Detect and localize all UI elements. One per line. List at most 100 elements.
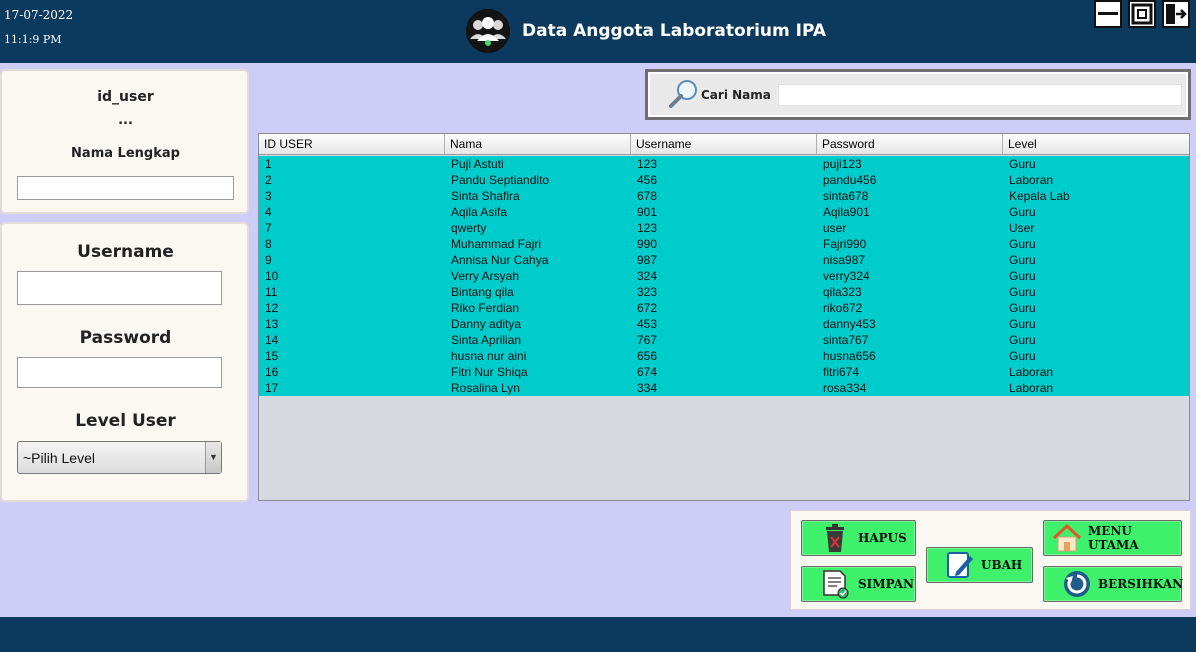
table-row[interactable]: 12 Riko Ferdian 672 riko672 Guru [259,300,1189,316]
user-id-panel: id_user ... Nama Lengkap [0,69,249,214]
table-cell: Pandu Septiandito [451,173,550,187]
id-user-label: id_user [97,89,154,105]
delete-button-label: HAPUS [858,531,907,545]
table-cell: Sinta Shafira [451,189,520,203]
date-label: 17-07-2022 [4,8,74,22]
refresh-icon [1062,569,1092,599]
magnifier-icon [668,78,700,110]
table-cell: Aqila Asifa [451,205,508,219]
table-cell: 656 [637,349,658,363]
table-cell: 9 [265,253,272,267]
table-cell: Rosalina Lyn [451,381,520,395]
minimize-icon[interactable] [1094,0,1122,28]
table-cell: 334 [637,381,658,395]
users-group-icon [466,9,510,53]
table-cell: 7 [265,221,272,235]
table-row[interactable]: 10 Verry Arsyah 324 verry324 Guru [259,268,1189,284]
column-header-password[interactable]: Password [817,134,1003,154]
table-cell: verry324 [823,269,870,283]
search-input[interactable] [778,84,1182,106]
member-table[interactable]: ID USER Nama Username Password Level 1 Pu… [258,133,1190,501]
main-menu-button-label: MENU UTAMA [1088,524,1139,552]
username-field[interactable] [17,271,222,305]
clear-button[interactable]: BERSIHKAN [1043,566,1184,602]
table-cell: sinta767 [823,333,869,347]
table-cell: 15 [265,349,279,363]
level-user-label: Level User [75,411,176,431]
home-icon [1052,523,1082,553]
table-row[interactable]: 13 Danny aditya 453 danny453 Guru [259,316,1189,332]
footer-bar [0,617,1196,652]
edit-button[interactable]: UBAH [926,547,1033,583]
maximize-icon[interactable] [1128,0,1156,28]
save-document-icon [820,569,850,599]
app-title-group: Data Anggota Laboratorium IPA [466,9,826,53]
table-row[interactable]: 1 Puji Astuti 123 puji123 Guru [259,156,1189,172]
chevron-down-icon[interactable]: ▼ [205,442,221,473]
level-select-value: ~Pilih Level [23,450,95,466]
table-cell: Guru [1009,317,1036,331]
table-cell: Danny aditya [451,317,522,331]
table-cell: Sinta Aprilian [451,333,522,347]
table-cell: 990 [637,237,658,251]
table-cell: husna nur aini [451,349,527,363]
password-field[interactable] [17,357,222,388]
column-header-level[interactable]: Level [1003,134,1189,154]
table-cell: Fitri Nur Shiqa [451,365,528,379]
table-cell: Guru [1009,157,1036,171]
table-row[interactable]: 7 qwerty 123 user User [259,220,1189,236]
table-cell: 987 [637,253,658,267]
action-panel: HAPUS SIMPAN UBAH MENU UTAMA BERSIHKAN [790,510,1191,610]
column-header-nama[interactable]: Nama [445,134,631,154]
table-cell: 14 [265,333,279,347]
table-body: 1 Puji Astuti 123 puji123 Guru 2 Pandu Septian… [259,156,1189,396]
table-cell: Guru [1009,205,1036,219]
table-cell: nisa987 [823,253,866,267]
trash-icon [820,523,850,553]
table-cell: Kepala Lab [1009,189,1070,203]
table-row[interactable]: 4 Aqila Asifa 901 Aqila901 Guru [259,204,1189,220]
logout-icon[interactable] [1162,0,1190,28]
fullname-field[interactable] [17,176,234,200]
fullname-label: Nama Lengkap [71,146,180,161]
table-cell: 1 [265,157,272,171]
table-cell: fitri674 [823,365,860,379]
id-user-value: ... [118,113,133,128]
table-cell: 8 [265,237,272,251]
table-cell: 674 [637,365,658,379]
clear-button-label: BERSIHKAN [1098,577,1184,591]
table-row[interactable]: 2 Pandu Septiandito 456 pandu456 Laboran [259,172,1189,188]
table-row[interactable]: 9 Annisa Nur Cahya 987 nisa987 Guru [259,252,1189,268]
level-select[interactable]: ~Pilih Level ▼ [17,441,222,474]
column-header-username[interactable]: Username [631,134,817,154]
search-label: Cari Nama [701,88,771,102]
table-cell: Guru [1009,301,1036,315]
table-cell: 3 [265,189,272,203]
table-row[interactable]: 17 Rosalina Lyn 334 rosa334 Laboran [259,380,1189,396]
table-cell: Aqila901 [823,205,870,219]
table-cell: Laboran [1009,173,1054,187]
table-row[interactable]: 15 husna nur aini 656 husna656 Guru [259,348,1189,364]
table-cell: sinta678 [823,189,869,203]
table-row[interactable]: 14 Sinta Aprilian 767 sinta767 Guru [259,332,1189,348]
delete-button[interactable]: HAPUS [801,520,916,556]
table-cell: Puji Astuti [451,157,504,171]
table-cell: Laboran [1009,365,1054,379]
table-cell: Guru [1009,269,1036,283]
table-cell: 453 [637,317,658,331]
table-cell: 456 [637,173,658,187]
table-cell: Bintang qila [451,285,514,299]
table-cell: Laboran [1009,381,1054,395]
table-row[interactable]: 8 Muhammad Fajri 990 Fajri990 Guru [259,236,1189,252]
search-panel: Cari Nama [645,69,1191,120]
time-label: 11:1:9 PM [4,33,62,46]
table-row[interactable]: 3 Sinta Shafira 678 sinta678 Kepala Lab [259,188,1189,204]
table-cell: 123 [637,221,658,235]
table-cell: User [1009,221,1035,235]
save-button[interactable]: SIMPAN [801,566,916,602]
column-header-id-user[interactable]: ID USER [259,134,445,154]
table-row[interactable]: 16 Fitri Nur Shiqa 674 fitri674 Laboran [259,364,1189,380]
main-menu-button[interactable]: MENU UTAMA [1043,520,1182,556]
table-row[interactable]: 11 Bintang qila 323 qila323 Guru [259,284,1189,300]
table-header: ID USER Nama Username Password Level [259,134,1189,155]
